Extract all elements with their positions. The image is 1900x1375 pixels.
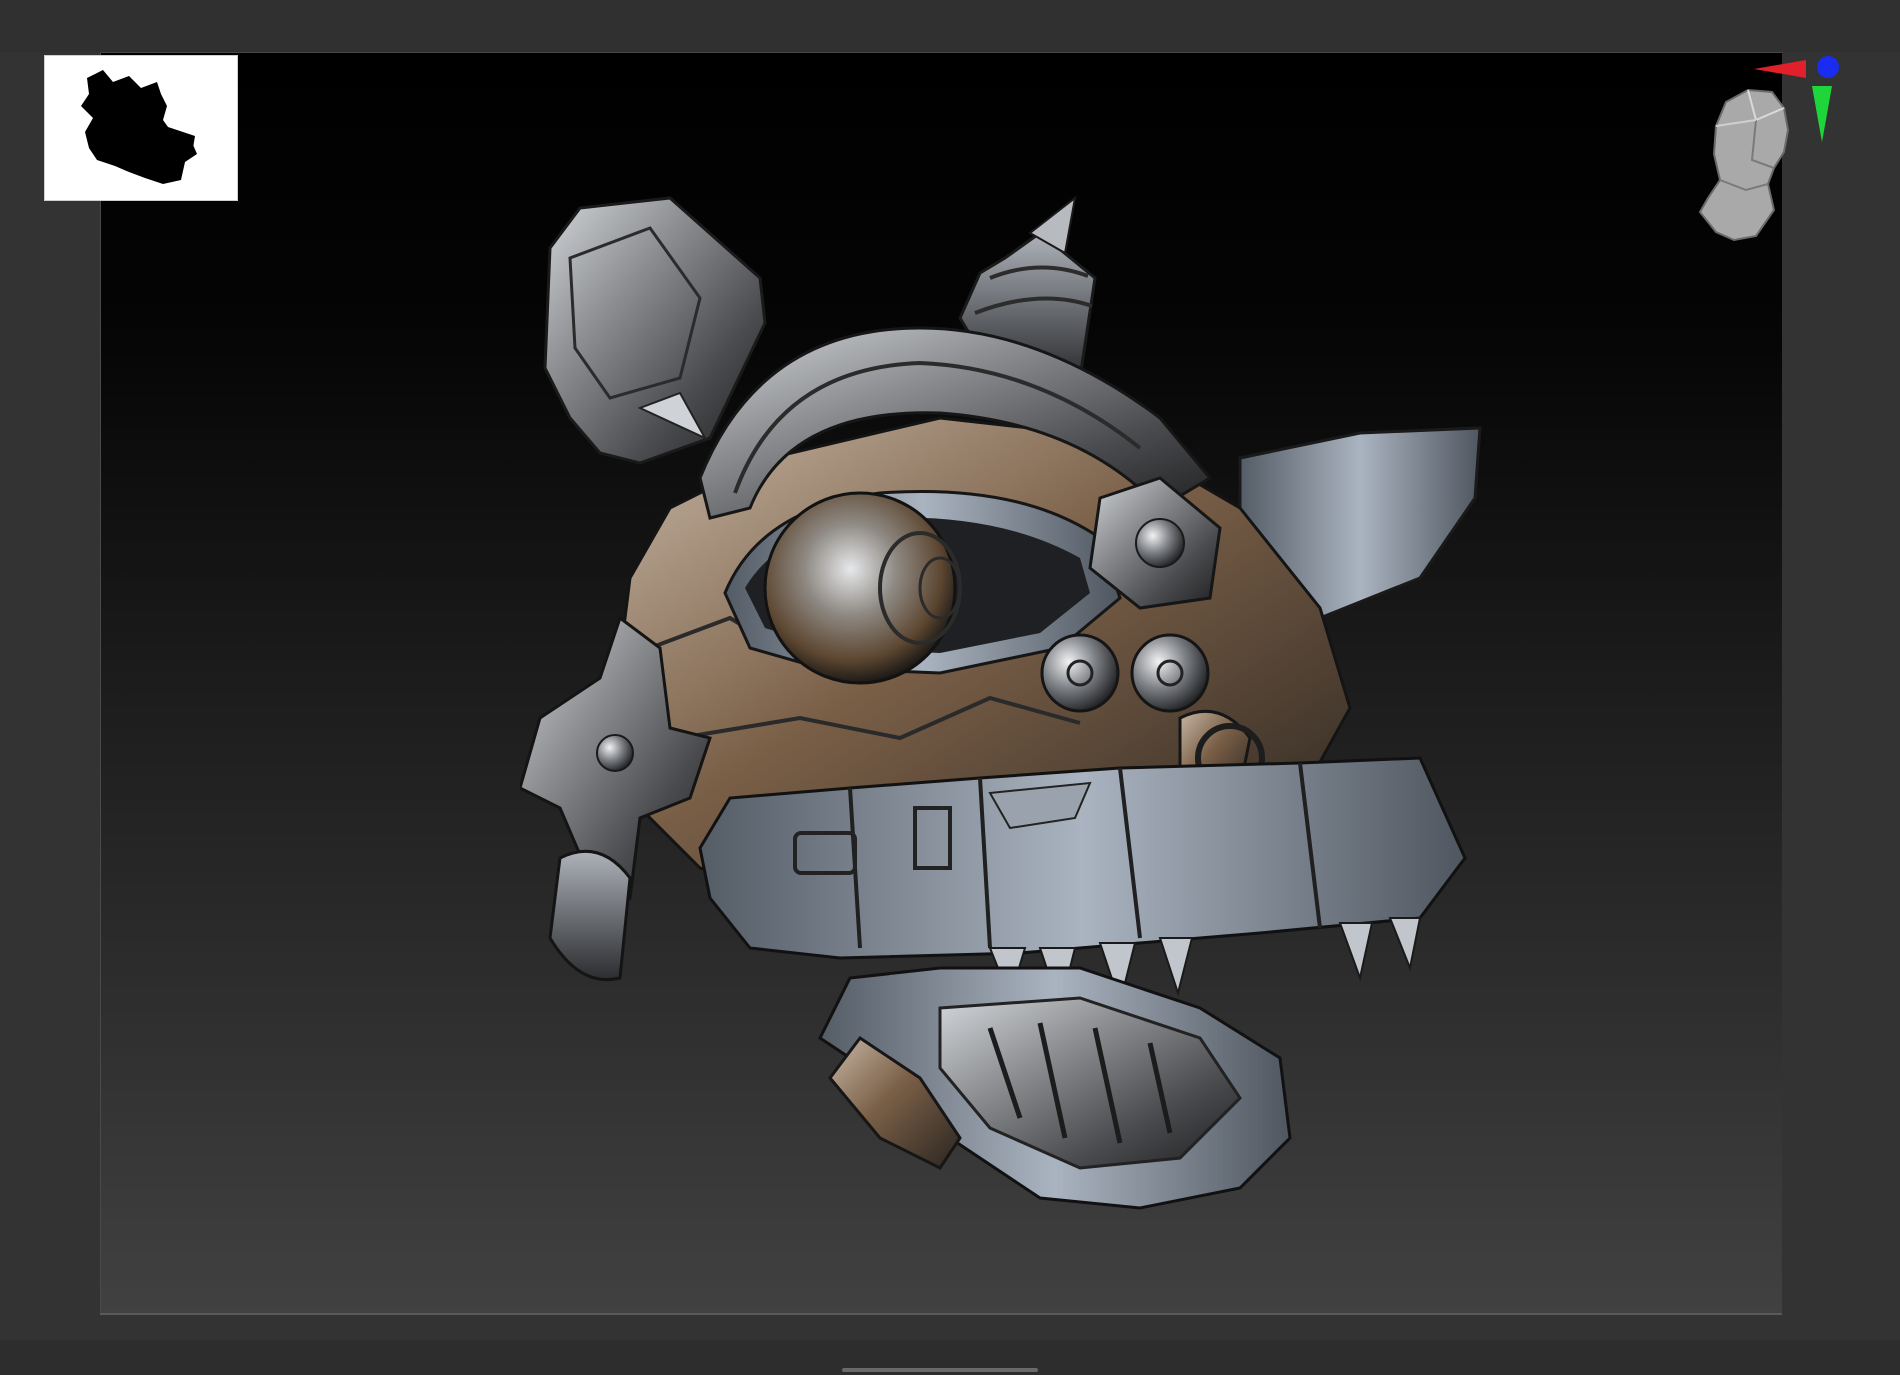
y-axis-arrow [1812, 86, 1832, 142]
3d-viewport[interactable] [100, 52, 1782, 1315]
axis-gizmo-icon [1698, 56, 1839, 242]
z-axis-dot [1817, 56, 1839, 78]
sculpted-model[interactable] [520, 178, 1570, 1238]
bottom-resize-handle[interactable] [842, 1368, 1038, 1372]
dragon-head-model [520, 195, 1482, 1210]
silhouette-preview-icon [81, 70, 197, 184]
top-toolbar-strip [0, 0, 1900, 52]
lower-jaw [818, 966, 1292, 1210]
viewport-border [100, 53, 101, 1313]
x-axis-arrow [1754, 60, 1806, 78]
sculpt-app [0, 0, 1900, 1375]
silhouette-preview[interactable] [44, 55, 238, 201]
view-navigator[interactable] [1676, 50, 1856, 250]
head-navigator-icon [1698, 88, 1790, 242]
